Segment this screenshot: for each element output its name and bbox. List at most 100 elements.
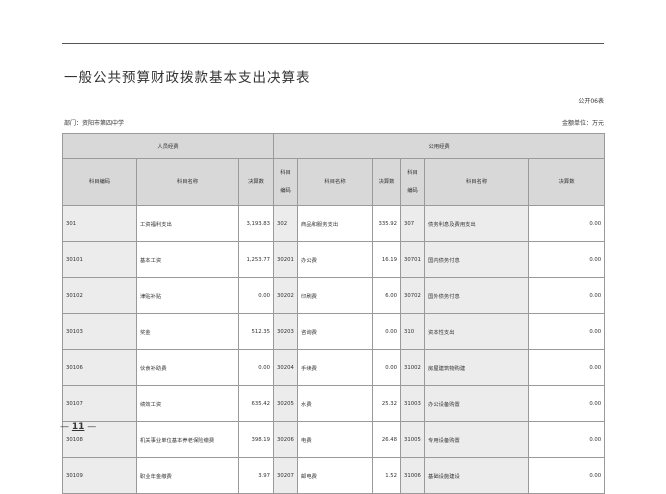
cell-amount: 0.00 (528, 385, 606, 422)
cell-code: 30103 (62, 313, 137, 350)
col-code2-header: 科目 编码 (273, 158, 299, 206)
col-name3-header: 科目名称 (424, 158, 530, 206)
cell-code: 30201 (273, 241, 299, 278)
col-amount3-header: 决算数 (528, 158, 606, 206)
cell-amount: 6.00 (372, 277, 402, 314)
cell-code: 30701 (400, 241, 426, 278)
cell-code: 30202 (273, 277, 299, 314)
public-header: 公用经费 (273, 133, 606, 159)
cell-amount: 0.00 (237, 349, 275, 386)
cell-code: 30207 (273, 457, 299, 494)
personnel-header: 人员经费 (61, 133, 275, 159)
cell-code: 307 (400, 205, 426, 242)
table-row: 30101 基本工资 1,253.77 30201 办公费 16.19 3070… (62, 241, 606, 278)
cell-code: 30205 (273, 385, 299, 422)
cell-code: 30203 (273, 313, 299, 350)
cell-code: 30101 (62, 241, 137, 278)
cell-amount: 512.35 (237, 313, 275, 350)
cell-code: 31002 (400, 349, 426, 386)
page-title: 一般公共预算财政拨款基本支出决算表 (64, 70, 311, 86)
code-header-line1: 科目 (407, 169, 418, 176)
cell-name: 国内债务付息 (424, 241, 530, 278)
cell-amount: 1,253.77 (237, 241, 275, 278)
cell-name: 资本性支出 (424, 313, 530, 350)
cell-amount: 0.00 (528, 349, 606, 386)
cell-name: 津贴补贴 (136, 277, 239, 314)
cell-amount: 0.00 (237, 277, 275, 314)
cell-code: 31006 (400, 457, 426, 494)
cell-name: 印刷费 (297, 277, 374, 314)
cell-amount: 0.00 (528, 277, 606, 314)
cell-name: 基本工资 (136, 241, 239, 278)
col-code3-header: 科目 编码 (400, 158, 426, 206)
cell-amount: 3.97 (237, 457, 275, 494)
cell-amount: 3,193.83 (237, 205, 275, 242)
cell-name: 办公设备购置 (424, 385, 530, 422)
table-row: 30108 机关事业单位基本养老保险缴费 398.19 30206 电费 26.… (62, 421, 606, 458)
table-row: 301 工资福利支出 3,193.83 302 商品和服务支出 335.92 3… (62, 205, 606, 242)
cell-amount: 398.19 (237, 421, 275, 458)
col-name2-header: 科目名称 (297, 158, 374, 206)
cell-code: 30106 (62, 349, 137, 386)
cell-name: 办公费 (297, 241, 374, 278)
amount-unit-label: 金额单位：万元 (561, 120, 604, 127)
cell-code: 30107 (62, 385, 137, 422)
col-amount-header: 决算数 (237, 158, 275, 206)
cell-name: 债务利息及费用支出 (424, 205, 530, 242)
cell-code: 301 (62, 205, 137, 242)
table-row: 30107 绩效工资 635.42 30205 水费 25.32 31003 办… (62, 385, 606, 422)
cell-name: 工资福利支出 (136, 205, 239, 242)
cell-name: 基础设施建设 (424, 457, 530, 494)
cell-code: 31003 (400, 385, 426, 422)
cell-amount: 635.42 (237, 385, 275, 422)
cell-code: 31005 (400, 421, 426, 458)
cell-amount: 335.92 (372, 205, 402, 242)
cell-name: 职业年金缴费 (136, 457, 239, 494)
code-header-line2: 编码 (280, 187, 291, 194)
cell-name: 专用设备购置 (424, 421, 530, 458)
cell-name: 商品和服务支出 (297, 205, 374, 242)
cell-name: 咨询费 (297, 313, 374, 350)
cell-name: 绩效工资 (136, 385, 239, 422)
cell-code: 30102 (62, 277, 137, 314)
cell-code: 30204 (273, 349, 299, 386)
page-number-value: 11 (71, 422, 85, 432)
expenditure-table: 人员经费 公用经费 科目编码 科目名称 决算数 科目 编码 科目名称 决算数 科目… (61, 133, 606, 494)
col-code-header: 科目编码 (62, 158, 137, 206)
cell-amount: 0.00 (528, 241, 606, 278)
cell-amount: 0.00 (528, 457, 606, 494)
cell-name: 伙食补助费 (136, 349, 239, 386)
cell-name: 奖金 (136, 313, 239, 350)
col-amount2-header: 决算数 (372, 158, 402, 206)
cell-code: 30109 (62, 457, 137, 494)
cell-code: 310 (400, 313, 426, 350)
code-header-line1: 科目 (280, 169, 291, 176)
form-number: 公开06表 (578, 98, 604, 105)
header-rule (62, 43, 604, 44)
cell-name: 邮电费 (297, 457, 374, 494)
cell-amount: 26.48 (372, 421, 402, 458)
cell-name: 手续费 (297, 349, 374, 386)
cell-amount: 16.19 (372, 241, 402, 278)
cell-name: 国外债务付息 (424, 277, 530, 314)
cell-amount: 0.00 (372, 313, 402, 350)
cell-code: 302 (273, 205, 299, 242)
cell-amount: 1.52 (372, 457, 402, 494)
cell-code: 30702 (400, 277, 426, 314)
department-label: 部门：资阳市第四中学 (64, 120, 125, 127)
table-row: 30102 津贴补贴 0.00 30202 印刷费 6.00 30702 国外债… (62, 277, 606, 314)
cell-name: 电费 (297, 421, 374, 458)
cell-name: 水费 (297, 385, 374, 422)
cell-amount: 25.32 (372, 385, 402, 422)
table-row: 30106 伙食补助费 0.00 30204 手续费 0.00 31002 房屋… (62, 349, 606, 386)
code-header-line2: 编码 (407, 187, 418, 194)
cell-code: 30206 (273, 421, 299, 458)
page-number: — 11 — (60, 422, 97, 432)
cell-amount: 0.00 (372, 349, 402, 386)
cell-amount: 0.00 (528, 313, 606, 350)
col-name-header: 科目名称 (136, 158, 239, 206)
cell-amount: 0.00 (528, 205, 606, 242)
table-row: 30109 职业年金缴费 3.97 30207 邮电费 1.52 31006 基… (62, 457, 606, 494)
cell-amount: 0.00 (528, 421, 606, 458)
cell-name: 房屋建筑物购建 (424, 349, 530, 386)
